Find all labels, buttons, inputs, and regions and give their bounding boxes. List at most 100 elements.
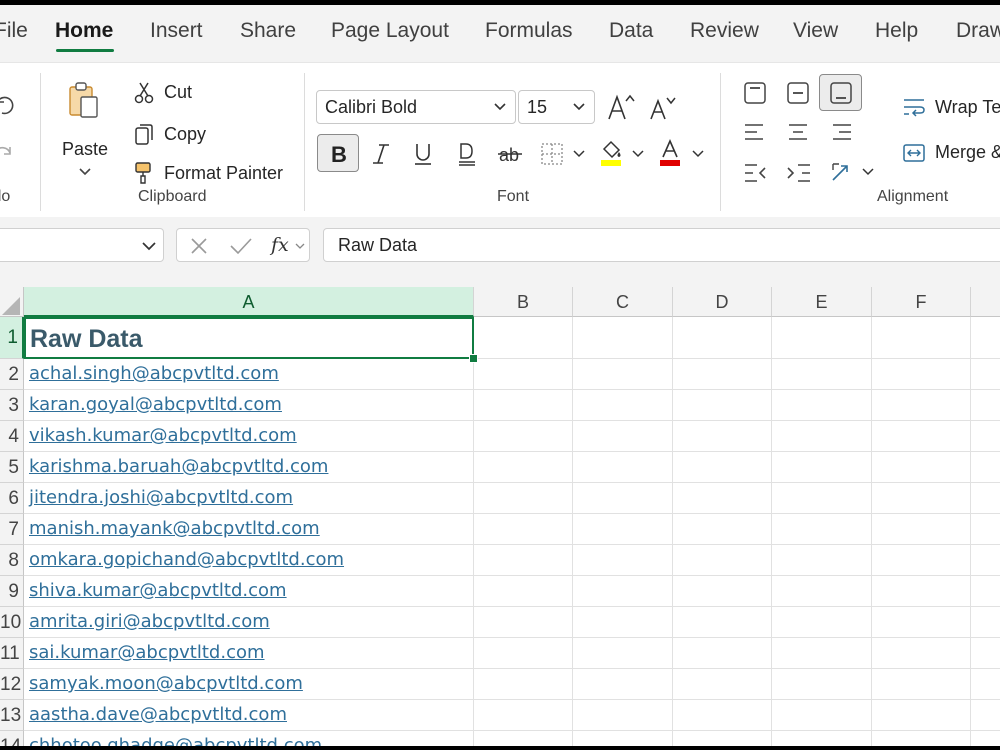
grid-cell[interactable]: [474, 514, 573, 545]
scissors-icon[interactable]: [133, 81, 155, 105]
copy-button[interactable]: Copy: [164, 124, 206, 145]
chevron-down-icon[interactable]: [692, 149, 704, 159]
wrap-text-button[interactable]: Wrap Text: [935, 97, 1000, 118]
merge-center-button[interactable]: Merge & Center: [935, 142, 1000, 163]
grid-cell[interactable]: [872, 607, 971, 638]
row-header[interactable]: 11: [0, 638, 24, 669]
grid-cell[interactable]: [474, 390, 573, 421]
column-header-d[interactable]: D: [673, 287, 772, 317]
grid-cell[interactable]: [872, 483, 971, 514]
select-all-corner[interactable]: [0, 287, 24, 317]
grid-cell[interactable]: [573, 545, 673, 576]
email-link[interactable]: manish.mayank@abcpvtltd.com: [29, 518, 320, 539]
grid-cell[interactable]: [673, 514, 772, 545]
chevron-down-icon[interactable]: [141, 239, 157, 253]
grid-cell[interactable]: [971, 576, 1000, 607]
tab-formulas[interactable]: Formulas: [485, 19, 573, 43]
grid-cell[interactable]: [673, 638, 772, 669]
grid-cell[interactable]: [772, 514, 872, 545]
tab-file[interactable]: File: [0, 19, 28, 43]
row-header[interactable]: 12: [0, 669, 24, 700]
grid-cell[interactable]: [772, 576, 872, 607]
grid-cell[interactable]: [772, 638, 872, 669]
grid-cell[interactable]: [772, 483, 872, 514]
grid-cell[interactable]: [971, 421, 1000, 452]
borders-icon[interactable]: [540, 142, 564, 166]
grid-cell[interactable]: [673, 700, 772, 731]
column-header-c[interactable]: C: [573, 287, 673, 317]
email-link[interactable]: aastha.dave@abcpvtltd.com: [29, 704, 287, 725]
insert-function-button[interactable]: fx: [271, 234, 289, 256]
grid-cell[interactable]: [772, 359, 872, 390]
email-link[interactable]: omkara.gopichand@abcpvtltd.com: [29, 549, 344, 570]
grid-cell[interactable]: [573, 731, 673, 746]
grid-cell[interactable]: [772, 317, 872, 359]
tab-data[interactable]: Data: [609, 19, 653, 43]
row-header[interactable]: 5: [0, 452, 24, 483]
grid-cell[interactable]: [673, 421, 772, 452]
top-align-icon[interactable]: [743, 81, 767, 105]
grid-cell[interactable]: [474, 607, 573, 638]
grid-cell[interactable]: [573, 607, 673, 638]
increase-font-size-icon[interactable]: [606, 93, 636, 121]
grid-cell[interactable]: [971, 317, 1000, 359]
grid-cell[interactable]: [971, 731, 1000, 746]
grid-cell[interactable]: [971, 700, 1000, 731]
grid-cell[interactable]: [474, 545, 573, 576]
grid-cell[interactable]: [772, 700, 872, 731]
increase-indent-icon[interactable]: [786, 162, 812, 184]
bold-button[interactable]: B: [317, 134, 359, 172]
tab-page-layout[interactable]: Page Layout: [331, 19, 449, 43]
grid-cell[interactable]: [872, 317, 971, 359]
grid-cell[interactable]: [573, 390, 673, 421]
redo-icon[interactable]: [0, 141, 18, 165]
row-header[interactable]: 6: [0, 483, 24, 514]
chevron-down-icon[interactable]: [78, 167, 92, 177]
grid-cell[interactable]: [573, 421, 673, 452]
grid-cell[interactable]: [971, 638, 1000, 669]
email-link[interactable]: samyak.moon@abcpvtltd.com: [29, 673, 303, 694]
tab-view[interactable]: View: [793, 19, 838, 43]
column-header-g[interactable]: [971, 287, 1000, 317]
grid-cell[interactable]: [971, 545, 1000, 576]
email-link[interactable]: amrita.giri@abcpvtltd.com: [29, 611, 270, 632]
font-size-select[interactable]: 15: [518, 90, 595, 124]
grid-cell[interactable]: [673, 452, 772, 483]
decrease-indent-icon[interactable]: [743, 162, 769, 184]
column-header-e[interactable]: E: [772, 287, 872, 317]
grid-cell[interactable]: [872, 359, 971, 390]
row-header[interactable]: 8: [0, 545, 24, 576]
bottom-align-button[interactable]: [819, 74, 862, 111]
row-header[interactable]: 14: [0, 731, 24, 746]
grid-cell[interactable]: [872, 514, 971, 545]
grid-cell[interactable]: [673, 576, 772, 607]
format-painter-button[interactable]: Format Painter: [164, 163, 283, 184]
grid-cell[interactable]: [971, 669, 1000, 700]
grid-cell[interactable]: [474, 700, 573, 731]
wrap-text-icon[interactable]: [902, 96, 926, 118]
cancel-icon[interactable]: [189, 236, 209, 256]
align-left-icon[interactable]: [743, 121, 767, 143]
chevron-down-icon[interactable]: [862, 167, 874, 177]
tab-help[interactable]: Help: [875, 19, 918, 43]
font-name-select[interactable]: Calibri Bold: [316, 90, 516, 124]
row-header[interactable]: 3: [0, 390, 24, 421]
format-painter-icon[interactable]: [133, 161, 155, 185]
enter-check-icon[interactable]: [229, 236, 253, 256]
grid-cell[interactable]: [474, 421, 573, 452]
tab-home[interactable]: Home: [55, 19, 113, 43]
decrease-font-size-icon[interactable]: [648, 95, 676, 121]
grid-cell[interactable]: [872, 638, 971, 669]
name-box[interactable]: A1: [0, 228, 164, 262]
email-link[interactable]: sai.kumar@abcpvtltd.com: [29, 642, 265, 663]
middle-align-icon[interactable]: [786, 81, 810, 105]
grid-cell[interactable]: [673, 545, 772, 576]
email-link[interactable]: shiva.kumar@abcpvtltd.com: [29, 580, 287, 601]
grid-cell[interactable]: [573, 359, 673, 390]
chevron-down-icon[interactable]: [632, 149, 644, 159]
grid-cell[interactable]: [872, 545, 971, 576]
row-header[interactable]: 13: [0, 700, 24, 731]
column-header-a[interactable]: A: [24, 287, 474, 317]
email-link[interactable]: achal.singh@abcpvtltd.com: [29, 363, 279, 384]
grid-cell[interactable]: [872, 731, 971, 746]
